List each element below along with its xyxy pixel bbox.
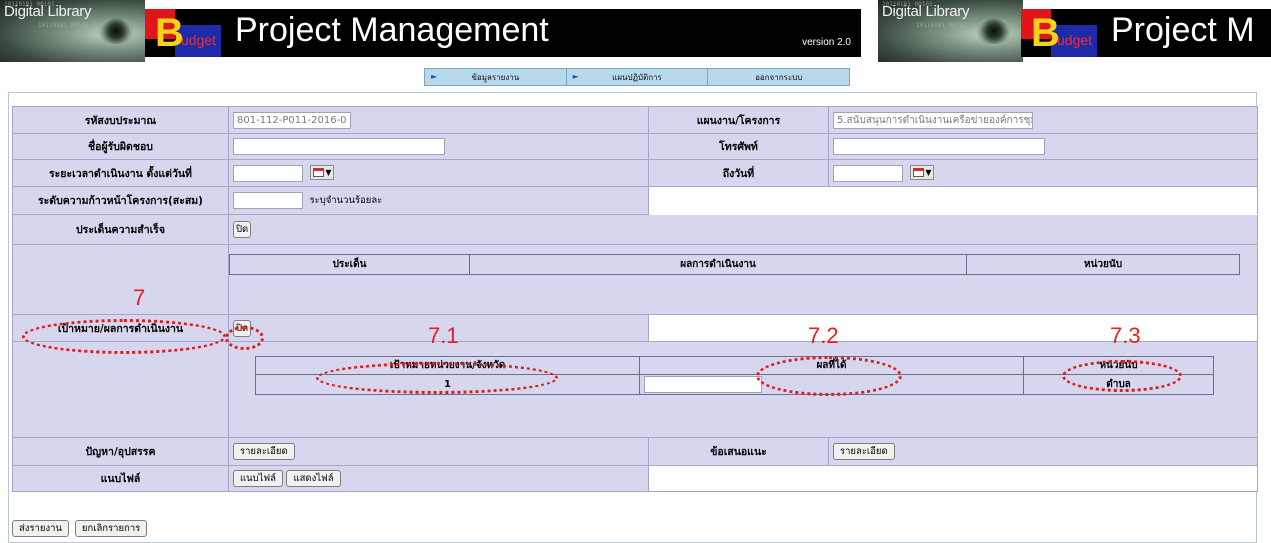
end-date-input[interactable] (833, 164, 903, 182)
success-toggle-button[interactable]: ปิด (233, 221, 252, 238)
calendar-icon[interactable]: ▼ (909, 165, 934, 180)
main-nav: ► ข้อมูลรายงาน ► แผนปฏิบัติการ ออกจากระบ… (424, 68, 850, 86)
progress-label: ระดับความก้าวหน้าโครงการ(สะสม) (12, 186, 229, 215)
digital-library-logo: 10110101 00101 Digital Library 10110101 … (0, 0, 145, 62)
budget-project-management-logo: B udget Project Management version 2.0 (145, 9, 861, 57)
annotation-7-3: 7.3 (1110, 323, 1141, 348)
end-date-label: ถึงวันที่ (648, 159, 829, 187)
success-col-issue: ประเด็น (229, 254, 470, 275)
attach-label: แนบไฟล์ (12, 465, 229, 492)
success-col-result: ผลการดำเนินงาน (469, 254, 967, 275)
plan-input[interactable] (833, 111, 1033, 129)
form-actions: ส่งรายงาน ยกเลิกรายการ (12, 520, 148, 537)
success-table: ประเด็น ผลการดำเนินงาน หน่วยนับ (229, 254, 1240, 275)
annotation-oval-target-label (22, 319, 226, 354)
annotation-7-2: 7.2 (808, 323, 839, 348)
suggestion-label: ข้อเสนอแนะ (648, 437, 829, 466)
phone-input[interactable] (833, 138, 1045, 155)
nav-logout[interactable]: ออกจากระบบ (708, 69, 849, 85)
version-label: version 2.0 (802, 37, 851, 48)
period-label: ระยะเวลาดำเนินงาน ตั้งแต่วันที่ (12, 159, 229, 187)
report-form: รหัสงบประมาณ แผนงาน/โครงการ ชื่อผู้รับผิ… (12, 106, 1258, 492)
show-file-button[interactable]: แสดงไฟล์ (286, 470, 341, 487)
responsible-label: ชื่อผู้รับผิดชอบ (12, 133, 229, 160)
annotation-oval-result-col (756, 356, 902, 396)
suggestion-detail-button[interactable]: รายละเอียด (833, 443, 895, 460)
start-date-input[interactable] (233, 164, 303, 182)
responsible-input[interactable] (233, 138, 445, 155)
plan-label: แผนงาน/โครงการ (648, 106, 829, 134)
result-input[interactable] (644, 376, 762, 393)
progress-input[interactable] (233, 192, 303, 209)
annotation-oval-unit-col (1062, 360, 1182, 392)
problems-label: ปัญหา/อุปสรรค (12, 437, 229, 466)
budget-code-label: รหัสงบประมาณ (12, 106, 229, 134)
nav-report-data[interactable]: ► ข้อมูลรายงาน (425, 69, 567, 85)
budget-project-management-logo-repeat: B udget Project M (1021, 9, 1271, 57)
attach-file-button[interactable]: แนบไฟล์ (233, 470, 283, 487)
annotation-oval-target-col (316, 362, 558, 394)
eye-graphic (96, 18, 136, 44)
success-section-label-cell (12, 244, 229, 315)
budget-code-input[interactable] (233, 111, 351, 129)
phone-label: โทรศัพท์ (648, 133, 829, 160)
success-label: ประเด็นความสำเร็จ (12, 214, 229, 245)
nav-action-plan[interactable]: ► แผนปฏิบัติการ (567, 69, 709, 85)
nav-arrow-icon: ► (572, 72, 579, 81)
progress-hint: ระบุจำนวนร้อยละ (309, 195, 383, 206)
success-col-unit: หน่วยนับ (966, 254, 1240, 275)
annotation-7-1: 7.1 (428, 323, 459, 348)
eye-graphic (974, 18, 1014, 44)
submit-report-button[interactable]: ส่งรายงาน (12, 520, 69, 537)
problems-detail-button[interactable]: รายละเอียด (233, 443, 295, 460)
annotation-7: 7 (133, 285, 146, 310)
nav-arrow-icon: ► (431, 72, 438, 81)
cancel-item-button[interactable]: ยกเลิกรายการ (74, 520, 148, 537)
annotation-oval-toggle (225, 326, 264, 350)
calendar-icon[interactable]: ▼ (309, 165, 334, 180)
digital-library-logo-repeat: 10110101 00101 Digital Library 10110101 … (878, 0, 1023, 62)
header-banner: 10110101 00101 Digital Library 10110101 … (0, 0, 1271, 66)
